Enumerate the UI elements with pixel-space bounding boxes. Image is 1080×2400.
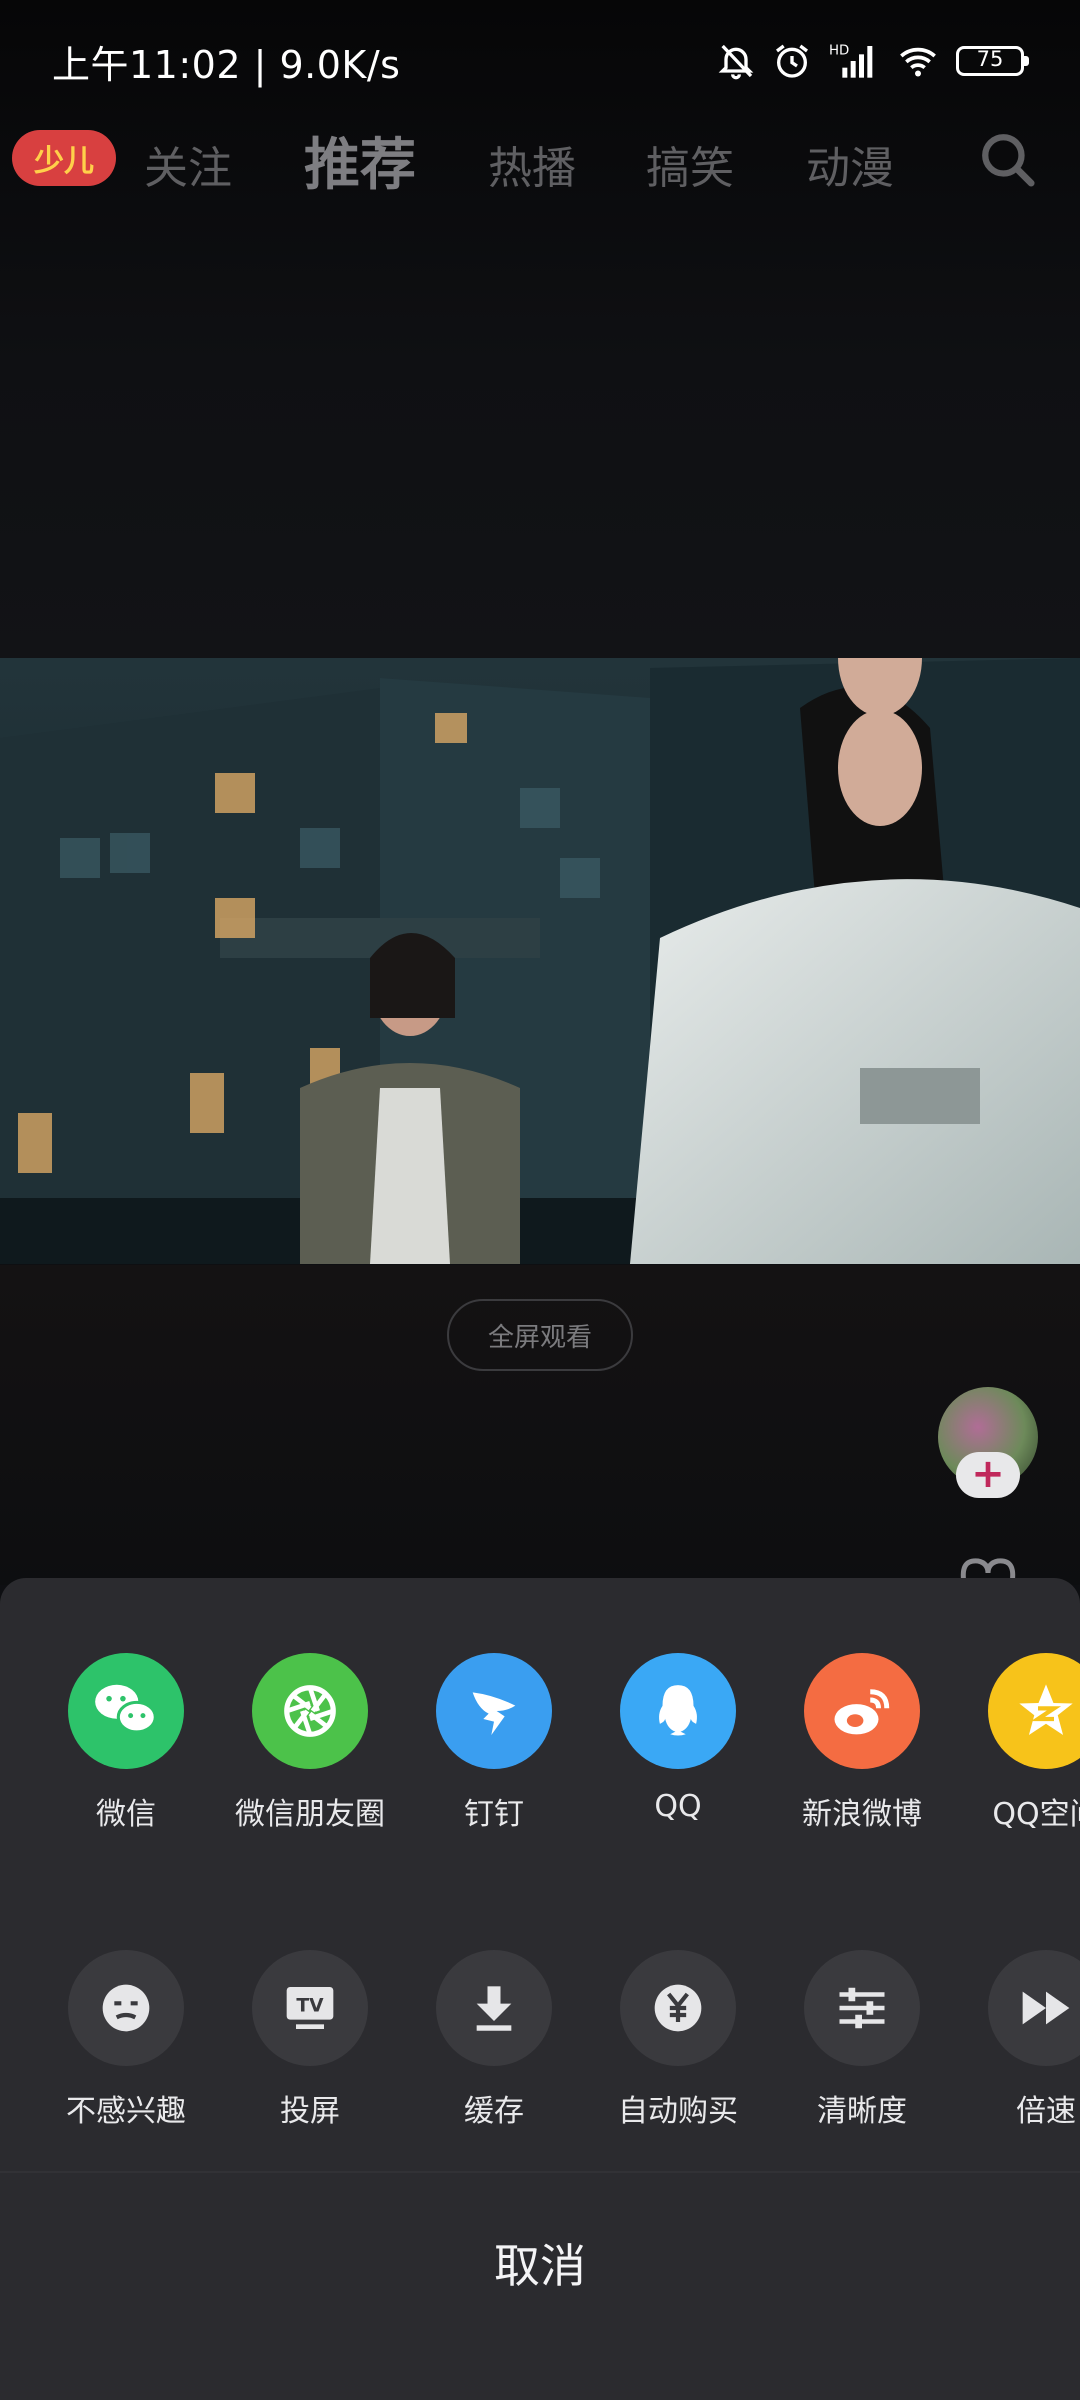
share-dingtalk[interactable]: 钉钉 [402,1653,586,1833]
quality-button[interactable]: 清晰度 [770,1950,954,2130]
share-label: QQ空间 [992,1797,1080,1832]
follow-button[interactable]: + [956,1452,1020,1498]
share-label: QQ [654,1789,702,1824]
mute-bell-icon [718,44,754,80]
share-weibo[interactable]: 新浪微博 [770,1653,954,1833]
hd-signal-icon: HD [829,43,873,78]
actions-row: 不感兴趣 TV 投屏 缓存 自动购买 清晰度 倍速 [0,1950,1080,2130]
share-label: 新浪微博 [802,1797,922,1832]
qq-icon [620,1653,736,1769]
alarm-icon [776,44,808,78]
action-label: 清晰度 [817,2094,907,2129]
fast-forward-icon [988,1950,1080,2066]
playback-speed-button[interactable]: 倍速 [954,1950,1080,2130]
wifi-icon [900,47,936,77]
share-label: 钉钉 [464,1797,524,1832]
yen-icon [620,1950,736,2066]
share-targets-row: 微信 微信朋友圈 钉钉 QQ 新浪微博 QQ空 [0,1653,1080,1833]
qzone-icon [988,1653,1080,1769]
tab-anime[interactable]: 动漫 [806,132,894,196]
video-player[interactable] [0,658,1080,1264]
video-frame-image [0,658,1080,1264]
tv-cast-icon: TV [252,1950,368,2066]
weibo-icon [804,1653,920,1769]
action-label: 缓存 [464,2094,524,2129]
battery-icon: 75 [956,46,1029,76]
share-label: 微信朋友圈 [235,1797,385,1832]
not-interested-button[interactable]: 不感兴趣 [34,1950,218,2130]
battery-level: 75 [976,47,1004,71]
kids-mode-logo[interactable]: 少儿 [12,130,116,186]
not-interested-icon [68,1950,184,2066]
status-bar: 上午11:02 | 9.0K/s HD 75 [0,0,1080,120]
cast-button[interactable]: TV 投屏 [218,1950,402,2130]
fullscreen-button[interactable]: 全屏观看 [447,1299,633,1371]
share-qzone[interactable]: QQ空间 [954,1653,1080,1833]
search-icon[interactable] [978,130,1036,188]
share-label: 微信 [96,1797,156,1832]
tab-follow[interactable]: 关注 [144,132,232,196]
sliders-icon [804,1950,920,2066]
download-icon [436,1950,552,2066]
action-label: 自动购买 [618,2094,738,2129]
top-nav: 少儿 关注 推荐 热播 搞笑 动漫 [0,118,1080,208]
wechat-moments-icon [252,1653,368,1769]
dingtalk-icon [436,1653,552,1769]
action-label: 倍速 [1016,2094,1076,2129]
status-time: 上午11:02 | 9.0K/s [52,43,401,87]
share-qq[interactable]: QQ [586,1653,770,1824]
download-button[interactable]: 缓存 [402,1950,586,2130]
tab-funny[interactable]: 搞笑 [646,132,734,196]
cancel-button[interactable]: 取消 [0,2173,1080,2353]
tab-trending[interactable]: 热播 [488,132,576,196]
svg-text:TV: TV [296,1996,324,2017]
auto-purchase-button[interactable]: 自动购买 [586,1950,770,2130]
status-icons: HD 75 [716,36,1029,86]
action-label: 不感兴趣 [66,2094,186,2129]
action-label: 投屏 [280,2094,340,2129]
tab-recommended[interactable]: 推荐 [304,120,416,201]
svg-text:HD: HD [829,43,849,58]
share-wechat-moments[interactable]: 微信朋友圈 [218,1653,402,1833]
wechat-icon [68,1653,184,1769]
share-wechat[interactable]: 微信 [34,1653,218,1833]
